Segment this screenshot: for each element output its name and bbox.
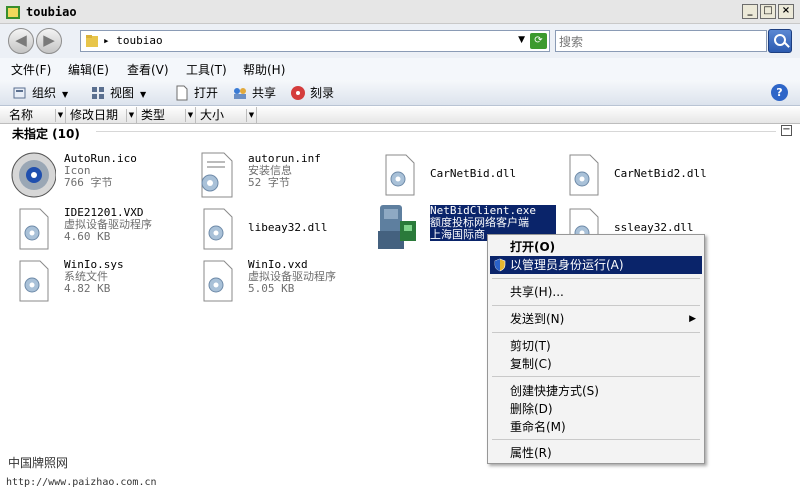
chevron-down-icon: ▼ (185, 109, 195, 122)
burn-disc-icon (291, 86, 305, 100)
views-button[interactable]: 视图 ▼ (90, 84, 146, 102)
file-item-winio-vxd[interactable]: WinIo.vxd 虚拟设备驱动程序 5.05 KB (194, 257, 374, 307)
menu-edit[interactable]: 编辑(E) (68, 61, 109, 78)
menu-separator (492, 332, 700, 333)
column-name[interactable]: 名称 ▼ (6, 107, 66, 124)
title-bar: toubiao _ □ × (0, 0, 800, 24)
column-type[interactable]: 类型 ▼ (138, 107, 196, 124)
folder-icon (6, 6, 20, 19)
menu-separator (492, 439, 700, 440)
file-item-ide21201-vxd[interactable]: IDE21201.VXD 虚拟设备驱动程序 4.60 KB (10, 205, 190, 255)
share-icon (234, 88, 246, 99)
window-title: toubiao (26, 5, 77, 19)
back-button[interactable]: ◀ (8, 28, 34, 54)
share-button[interactable]: 共享 (232, 84, 276, 102)
maximize-button[interactable]: □ (760, 4, 776, 19)
menu-item-share[interactable]: 共享(H)... (490, 283, 702, 301)
menu-item-run-as-admin[interactable]: 以管理员身份运行(A) (490, 256, 702, 274)
chevron-right-icon: ▶ (689, 314, 696, 324)
search-input[interactable]: 搜索 (555, 30, 767, 52)
cd-icon (11, 152, 56, 198)
dll-file-icon (19, 208, 49, 250)
chevron-down-icon: ▼ (126, 109, 136, 122)
file-item-carnetbid2-dll[interactable]: CarNetBid2.dll (560, 151, 740, 201)
dll-file-icon (203, 260, 233, 302)
menu-help[interactable]: 帮助(H) (243, 61, 285, 78)
column-size[interactable]: 大小 ▼ (197, 107, 257, 124)
file-size: 5.05 KB (248, 282, 295, 295)
file-size: 4.60 KB (64, 230, 111, 243)
file-name: ssleay32.dll (614, 221, 694, 234)
burn-button[interactable]: 刻录 (290, 84, 334, 102)
close-button[interactable]: × (778, 4, 794, 19)
context-menu: 打开(O) 以管理员身份运行(A) 共享(H)... 发送到(N) ▶ 剪切(T… (487, 234, 705, 464)
navigation-bar: ◀ ▶ ▸ toubiao ▼ ⟳ 搜索 (0, 24, 800, 58)
refresh-icon[interactable]: ⟳ (530, 33, 547, 49)
menu-separator (492, 376, 700, 377)
menu-view[interactable]: 查看(V) (127, 61, 169, 78)
column-header: 名称 ▼ 修改日期 ▼ 类型 ▼ 大小 ▼ (0, 107, 800, 124)
file-name: CarNetBid2.dll (614, 167, 707, 180)
search-icon[interactable] (768, 29, 792, 53)
group-header[interactable]: 未指定 (10) (12, 125, 80, 142)
views-icon (92, 87, 104, 99)
uac-shield-icon (494, 258, 506, 272)
forward-button[interactable]: ▶ (36, 28, 62, 54)
chevron-down-icon: ▼ (140, 90, 147, 99)
dll-file-icon (385, 154, 415, 196)
chevron-down-icon: ▼ (246, 109, 256, 122)
file-item-carnetbid-dll[interactable]: CarNetBid.dll (376, 151, 556, 201)
app-icon (378, 205, 416, 249)
setup-file-icon (201, 152, 233, 198)
chevron-down-icon: ▼ (62, 90, 69, 99)
organize-icon (13, 87, 26, 99)
file-size: 52 字节 (248, 176, 290, 189)
menu-item-properties[interactable]: 属性(R) (490, 444, 702, 462)
menu-bar: 文件(F) 编辑(E) 查看(V) 工具(T) 帮助(H) (0, 58, 800, 80)
open-button[interactable]: 打开 (174, 84, 218, 102)
help-icon[interactable]: ? (771, 84, 788, 101)
minimize-button[interactable]: _ (742, 4, 758, 19)
menu-tools[interactable]: 工具(T) (186, 61, 227, 78)
address-text: ▸ toubiao (103, 34, 163, 47)
file-item-winio-sys[interactable]: WinIo.sys 系统文件 4.82 KB (10, 257, 190, 307)
menu-file[interactable]: 文件(F) (11, 61, 51, 78)
column-date[interactable]: 修改日期 ▼ (67, 107, 137, 124)
dll-file-icon (203, 208, 233, 250)
file-size: 4.82 KB (64, 282, 111, 295)
file-item-autorun-inf[interactable]: autorun.inf 安装信息 52 字节 (194, 151, 374, 201)
group-divider (96, 131, 776, 132)
menu-separator (492, 305, 700, 306)
dll-file-icon (19, 260, 49, 302)
address-bar[interactable]: ▸ toubiao ▼ ⟳ (80, 30, 550, 52)
menu-item-cut[interactable]: 剪切(T) (490, 337, 702, 355)
chevron-down-icon: ▼ (55, 109, 65, 122)
watermark-site-name: 中国牌照网 (8, 456, 69, 470)
file-size: 766 字节 (64, 176, 113, 189)
chevron-down-icon[interactable]: ▼ (518, 35, 525, 45)
menu-item-copy[interactable]: 复制(C) (490, 355, 702, 373)
file-item-autorun-ico[interactable]: AutoRun.ico Icon 766 字节 (10, 151, 190, 201)
watermark-url: http://www.paizhao.com.cn (6, 477, 157, 488)
dll-file-icon (569, 154, 599, 196)
collapse-button[interactable]: − (781, 125, 792, 136)
organize-button[interactable]: 组织 ▼ (12, 84, 68, 102)
folder-icon (86, 35, 98, 47)
menu-item-open[interactable]: 打开(O) (490, 238, 702, 256)
menu-item-create-shortcut[interactable]: 创建快捷方式(S) (490, 382, 702, 400)
menu-separator (492, 278, 700, 279)
file-item-libeay32-dll[interactable]: libeay32.dll (194, 205, 374, 255)
command-toolbar: 组织 ▼ 视图 ▼ 打开 共享 刻录 ? (0, 80, 800, 106)
menu-item-delete[interactable]: 删除(D) (490, 400, 702, 418)
menu-item-send-to[interactable]: 发送到(N) ▶ (490, 310, 702, 328)
file-name: libeay32.dll (248, 221, 328, 234)
menu-item-rename[interactable]: 重命名(M) (490, 418, 702, 436)
file-name: CarNetBid.dll (430, 167, 517, 180)
document-icon (176, 85, 188, 101)
